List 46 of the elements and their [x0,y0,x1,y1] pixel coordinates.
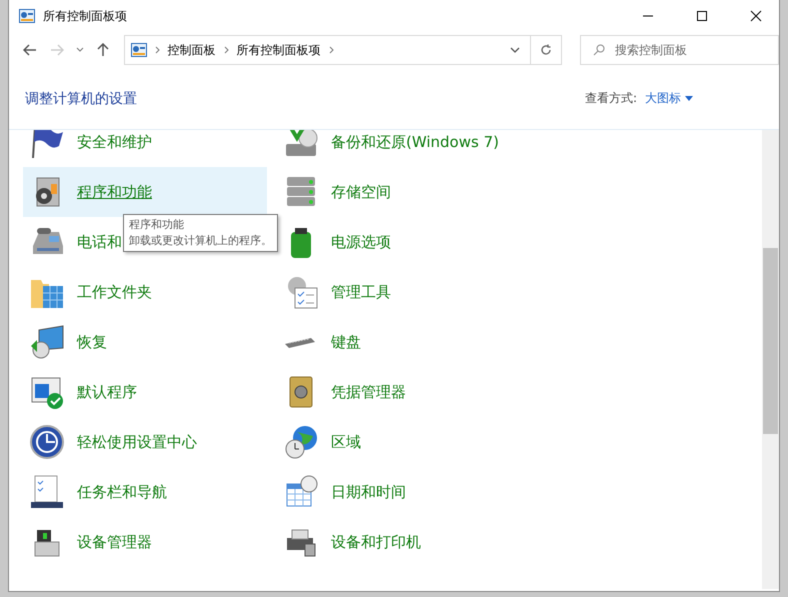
tooltip-text: 卸载或更改计算机上的程序。 [129,233,272,249]
breadcrumb[interactable]: 所有控制面板项 [236,42,321,58]
control-panel-item[interactable]: 设备和打印机 [277,517,521,567]
view-mode-dropdown[interactable]: 大图标 [645,90,693,107]
control-panel-item[interactable]: 日期和时间 [277,467,521,517]
control-panel-item[interactable]: 电源选项 [277,217,521,267]
control-panel-item[interactable]: 设备管理器 [23,517,267,567]
back-arrow-icon [22,44,37,56]
search-icon [593,44,606,56]
close-icon [750,10,762,22]
control-panel-item[interactable]: 工作文件夹 [23,267,267,317]
forward-arrow-icon [50,44,64,56]
control-panel-item[interactable]: 程序和功能 [23,167,267,217]
control-panel-item[interactable]: 任务栏和导航 [23,467,267,517]
keyboard-icon [285,336,317,348]
control-panel-item[interactable]: 键盘 [277,317,521,367]
control-panel-icon [19,9,35,23]
flag-icon [29,130,65,160]
taskbar-checklist-icon [29,474,65,510]
address-bar[interactable]: 控制面板 所有控制面板项 [124,35,562,65]
control-panel-item[interactable]: 轻松使用设置中心 [23,417,267,467]
window-title: 所有控制面板项 [43,8,127,24]
refresh-icon [540,44,552,56]
scrollbar-thumb[interactable] [763,248,778,434]
caret-down-icon [685,96,693,101]
dropdown-chevron-icon[interactable] [510,47,520,53]
breadcrumb[interactable]: 控制面板 [168,42,216,58]
control-panel-item[interactable]: 管理工具 [277,267,521,317]
control-panel-item[interactable]: 凭据管理器 [277,367,521,417]
page-heading: 调整计算机的设置 [25,90,138,108]
scrollbar[interactable] [762,130,779,589]
control-panel-item[interactable]: 区域 [277,417,521,467]
control-panel-item[interactable]: 安全和维护 [23,130,267,167]
control-panel-icon [130,43,147,57]
view-by-label: 查看方式: [584,90,637,107]
chevron-down-icon [76,47,84,53]
search-field[interactable]: 搜索控制面板 [580,35,779,65]
control-panel-item[interactable]: 默认程序 [23,367,267,417]
maximize-icon [696,10,708,22]
control-panel-item[interactable]: 备份和还原(Windows 7) [277,130,521,167]
control-panel-item[interactable]: 存储空间 [277,167,521,217]
globe-clock-icon [283,424,319,460]
up-arrow-icon [96,43,109,57]
control-panel-item[interactable]: 恢复 [23,317,267,367]
tooltip-title: 程序和功能 [129,217,185,233]
monitor-clock-icon [29,324,65,360]
